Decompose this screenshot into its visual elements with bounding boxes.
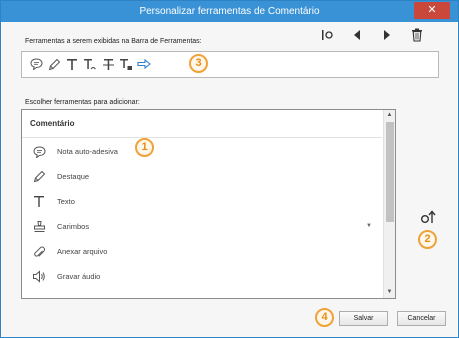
list-item-text[interactable]: Texto	[22, 189, 382, 214]
dialog-window: Personalizar ferramentas de Comentário ✕…	[0, 0, 459, 338]
dialog-title: Personalizar ferramentas de Comentário	[139, 6, 320, 17]
list-item-attach-file[interactable]: Anexar arquivo	[22, 239, 382, 264]
choose-tools-label: Escolher ferramentas para adicionar:	[25, 99, 140, 106]
close-button[interactable]: ✕	[414, 2, 450, 19]
list-item-label: Anexar arquivo	[57, 247, 108, 256]
list-item-label: Nota auto-adesiva	[57, 147, 118, 156]
record-audio-icon	[29, 270, 49, 283]
stamp-icon	[29, 220, 49, 233]
list-item-label: Carimbos	[57, 222, 90, 231]
callout-badge-1: 1	[135, 138, 154, 157]
title-bar: Personalizar ferramentas de Comentário ✕	[1, 1, 458, 22]
cancel-button[interactable]: Cancelar	[397, 311, 446, 326]
list-item-label: Gravar áudio	[57, 272, 101, 281]
list-item-highlight[interactable]: Destaque	[22, 164, 382, 189]
toolbar-tools-box[interactable]	[21, 51, 439, 78]
scroll-up-icon[interactable]: ▲	[384, 110, 395, 121]
highlight-icon[interactable]	[47, 57, 61, 71]
scroll-thumb[interactable]	[386, 122, 394, 222]
text-icon	[29, 195, 49, 208]
move-right-icon[interactable]	[372, 27, 402, 43]
add-separator-icon[interactable]	[312, 27, 342, 43]
toolbar-tools-label: Ferramentas a serem exibidas na Barra de…	[25, 38, 202, 45]
callout-badge-2: 2	[418, 230, 437, 249]
dropdown-arrow-icon[interactable]: ▼	[366, 223, 372, 229]
insert-text-icon[interactable]	[119, 57, 133, 71]
attach-file-icon	[29, 245, 49, 258]
toolbar-tool-list	[29, 57, 151, 71]
callout-badge-4: 4	[315, 308, 334, 327]
list-item-stamps[interactable]: Carimbos ▼	[22, 214, 382, 239]
replace-text-icon[interactable]	[83, 57, 97, 71]
text-icon[interactable]	[65, 57, 79, 71]
list-item-record-audio[interactable]: Gravar áudio	[22, 264, 382, 289]
move-left-icon[interactable]	[342, 27, 372, 43]
list-item-label: Texto	[57, 197, 75, 206]
strikethrough-text-icon[interactable]	[101, 57, 115, 71]
add-to-toolbar-icon[interactable]	[419, 208, 437, 226]
arrow-icon[interactable]	[137, 57, 151, 71]
list-category-header: Comentário	[22, 110, 382, 138]
callout-badge-3: 3	[189, 54, 208, 73]
trash-icon[interactable]	[402, 27, 432, 43]
toolbar-order-controls	[312, 27, 432, 43]
scroll-down-icon[interactable]: ▼	[384, 287, 395, 298]
sticky-note-icon[interactable]	[29, 57, 43, 71]
sticky-note-icon	[29, 145, 49, 158]
list-item-label: Destaque	[57, 172, 90, 181]
list-item-sticky-note[interactable]: Nota auto-adesiva	[22, 139, 382, 164]
highlight-icon	[29, 170, 49, 183]
list-scrollbar[interactable]: ▲ ▼	[383, 110, 395, 298]
tools-list[interactable]: Comentário Nota auto-adesiva Destaque Te…	[21, 109, 396, 299]
save-button[interactable]: Salvar	[339, 311, 388, 326]
